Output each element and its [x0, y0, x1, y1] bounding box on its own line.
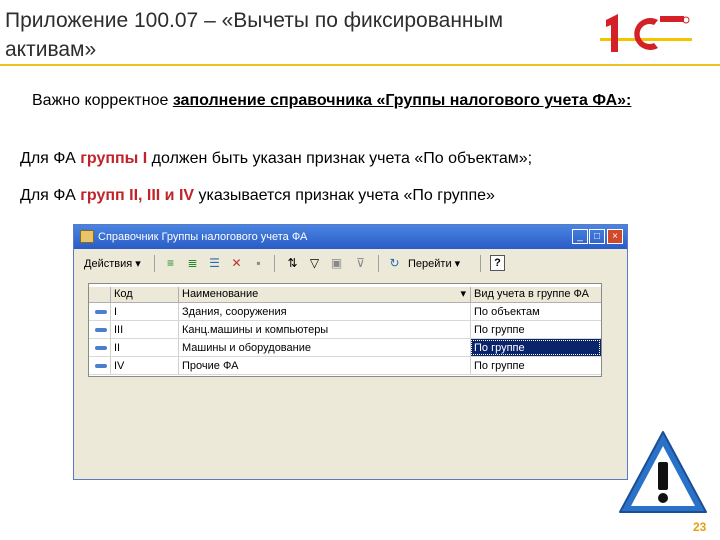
toolbar-separator [274, 255, 275, 272]
p2-highlight: групп II, III и IV [80, 187, 195, 204]
hierarchy-icon[interactable]: ▣ [328, 255, 345, 272]
header-name-label: Наименование [182, 288, 259, 300]
help-button[interactable]: ? [490, 255, 505, 271]
delete-icon[interactable]: ✕ [228, 255, 245, 272]
groups-table: Код Наименование ▾ Вид учета в группе ФА… [88, 283, 602, 377]
p1-highlight: группы I [80, 150, 148, 167]
toolbar-separator [154, 255, 155, 272]
sort-icon[interactable]: ⇅ [284, 255, 301, 272]
p1-text-a: Для ФА [20, 150, 81, 167]
cell-code: II [110, 339, 178, 356]
goto-menu[interactable]: Перейти ▾ [408, 256, 460, 272]
close-button[interactable]: × [607, 229, 623, 244]
table-row[interactable]: II Машины и оборудование По группе [89, 339, 601, 357]
header-code[interactable]: Код [110, 287, 178, 302]
filter-icon[interactable]: ▽ [306, 255, 323, 272]
clear-filter-icon[interactable]: ⊽ [352, 255, 369, 272]
sort-down-icon: ▾ [460, 288, 466, 300]
note-underlined: заполнение справочника «Группы налоговог… [172, 92, 632, 109]
1c-logo [600, 14, 692, 52]
actions-menu[interactable]: Действия ▾ [84, 256, 141, 272]
toolbar-separator [378, 255, 379, 272]
maximize-button[interactable]: □ [589, 229, 605, 244]
cell-name: Прочие ФА [178, 357, 470, 374]
table-row[interactable]: IV Прочие ФА По группе [89, 357, 601, 375]
page-number: 23 [693, 520, 707, 534]
important-note: Важно корректное заполнение справочника … [32, 90, 682, 112]
add-group-icon[interactable]: ≣ [184, 255, 201, 272]
add-item-icon[interactable]: ≡ [162, 255, 179, 272]
paragraph-groups-2-4: Для ФА групп II, III и IV указывается пр… [20, 187, 495, 205]
toolbar: Действия ▾ ≡ ≣ ☰ ✕ ▪ ⇅ ▽ ▣ ⊽ ↻ Перейти ▾… [78, 252, 623, 276]
move-icon[interactable]: ▪ [250, 255, 267, 272]
cell-method-selected[interactable]: По группе [470, 339, 601, 356]
table-row[interactable]: III Канц.машины и компьютеры По группе [89, 321, 601, 339]
copy-icon[interactable]: ☰ [206, 255, 223, 272]
refresh-icon[interactable]: ↻ [386, 255, 403, 272]
toolbar-separator [480, 255, 481, 272]
header-method[interactable]: Вид учета в группе ФА [470, 287, 601, 302]
cell-code: IV [110, 357, 178, 374]
window-titlebar[interactable]: Справочник Группы налогового учета ФА _ … [74, 225, 627, 249]
slide-title: Приложение 100.07 – «Вычеты по фиксирова… [5, 9, 504, 61]
warning-icon [619, 431, 707, 513]
item-icon [95, 328, 107, 332]
item-icon [95, 346, 107, 350]
cell-code: III [110, 321, 178, 338]
p2-text-b: указывается признак учета «По группе» [194, 187, 495, 204]
cell-name: Машины и оборудование [178, 339, 470, 356]
cell-code: I [110, 303, 178, 320]
p2-text-a: Для ФА [20, 187, 81, 204]
reference-window: Справочник Группы налогового учета ФА _ … [73, 224, 628, 480]
cell-method: По объектам [470, 303, 601, 320]
p1-text-b: должен быть указан признак учета «По объ… [147, 150, 533, 167]
cell-method: По группе [470, 321, 601, 338]
cell-name: Канц.машины и компьютеры [178, 321, 470, 338]
title-divider [0, 64, 720, 66]
table-row[interactable]: I Здания, сооружения По объектам [89, 303, 601, 321]
item-icon [95, 310, 107, 314]
cell-name: Здания, сооружения [178, 303, 470, 320]
note-prefix: Важно корректное [32, 92, 173, 109]
cell-method: По группе [470, 357, 601, 374]
folder-icon [80, 230, 94, 243]
paragraph-group-1: Для ФА группы I должен быть указан призн… [20, 150, 532, 168]
window-title: Справочник Группы налогового учета ФА [98, 231, 308, 243]
header-name[interactable]: Наименование ▾ [178, 287, 470, 302]
item-icon [95, 364, 107, 368]
minimize-button[interactable]: _ [572, 229, 588, 244]
table-header: Код Наименование ▾ Вид учета в группе ФА [89, 287, 601, 303]
